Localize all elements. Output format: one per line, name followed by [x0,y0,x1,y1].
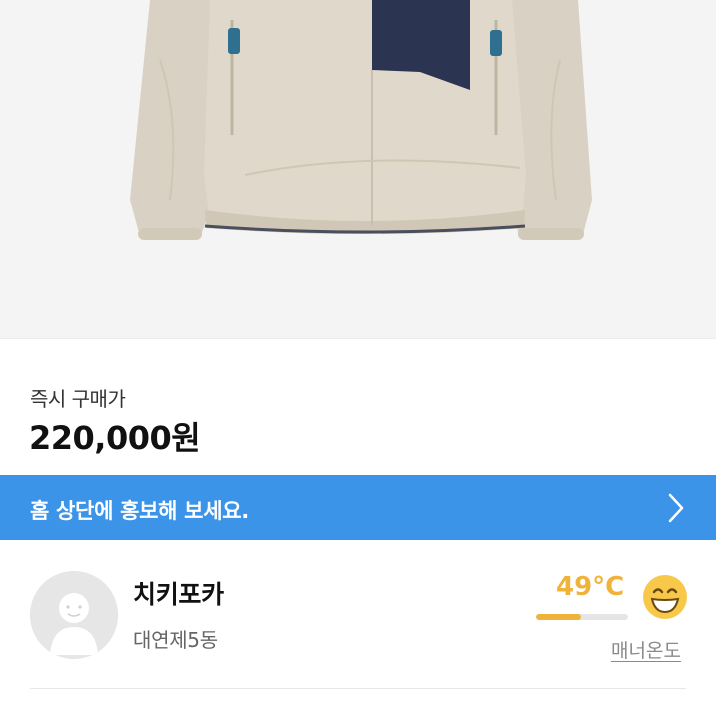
smiling-face-icon [643,575,687,619]
product-image[interactable] [0,0,716,338]
divider [30,688,686,689]
seller-name[interactable]: 치키포카 [133,575,224,611]
manner-temperature: 49°C [556,572,625,602]
price-label: 즉시 구매가 [30,387,126,411]
promo-banner[interactable]: 홈 상단에 홍보해 보세요. [0,475,716,540]
manner-temperature-link[interactable]: 매너온도 [611,636,681,663]
avatar[interactable] [30,571,118,659]
price-value: 220,000원 [29,419,201,457]
promo-text: 홈 상단에 홍보해 보세요. [30,499,249,523]
chevron-right-icon [668,493,684,523]
divider [0,338,716,339]
fleece-jacket-photo [130,0,592,240]
seller-location: 대연제5동 [133,628,218,652]
temperature-bar-fill [536,614,582,620]
default-avatar-icon [30,571,118,659]
temperature-bar [536,614,628,620]
